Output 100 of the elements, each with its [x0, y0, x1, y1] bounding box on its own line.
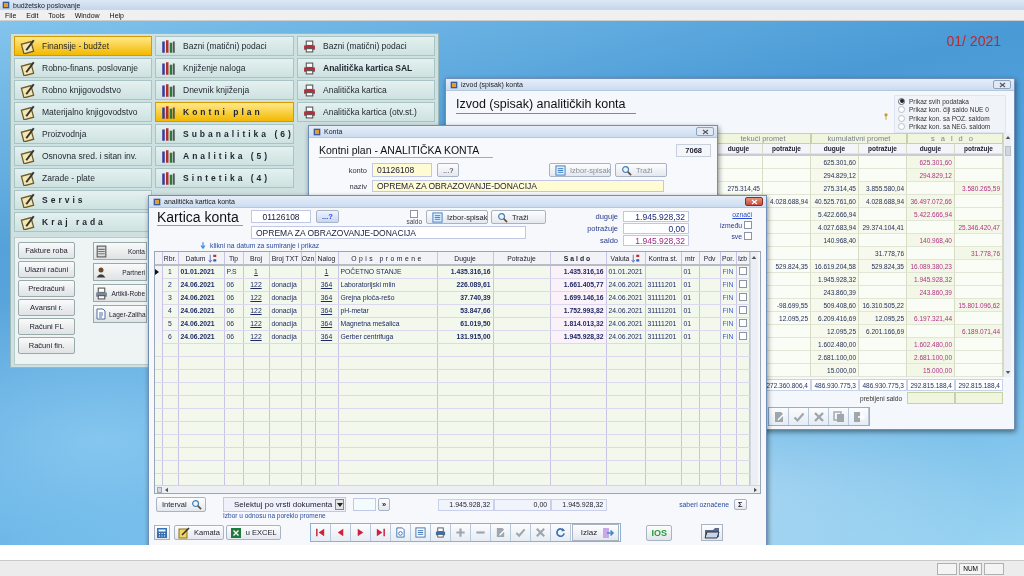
- notepad-icon: [20, 60, 35, 76]
- search-icon: [497, 211, 508, 223]
- menu-item[interactable]: Sintetika (4): [155, 168, 294, 188]
- books-icon: [161, 104, 176, 120]
- books-icon: [161, 82, 176, 98]
- books-icon: [161, 148, 176, 164]
- menu-item[interactable]: Zarade - plate: [14, 168, 152, 188]
- menu-item[interactable]: Bazni (matični) podaci: [297, 36, 435, 56]
- printer-icon: [303, 39, 316, 53]
- calculator-icon: [156, 526, 168, 539]
- app-icon: [153, 197, 161, 206]
- checkbox[interactable]: [738, 319, 747, 327]
- summary-field: 0,00: [623, 223, 689, 234]
- cross-icon: [534, 527, 546, 538]
- checkbox[interactable]: [744, 221, 752, 229]
- document-type-dropdown[interactable]: Selektuj po vrsti dokumenta: [223, 497, 346, 512]
- radio-button[interactable]: [898, 123, 905, 131]
- close-button[interactable]: [993, 80, 1011, 89]
- window-heading: Kontni plan - ANALITIČKA KONTA: [319, 142, 494, 158]
- checkbox[interactable]: [738, 267, 747, 276]
- checkbox[interactable]: [744, 232, 752, 240]
- document-icon: [95, 308, 107, 320]
- checkbox[interactable]: [738, 306, 747, 314]
- notepad-icon: [20, 192, 35, 208]
- account-field[interactable]: 01126108: [251, 210, 311, 223]
- books-icon: [161, 60, 176, 76]
- refresh-icon: [554, 527, 566, 538]
- menu-item[interactable]: Materijalno knjigovodstvo: [14, 102, 152, 122]
- name-field[interactable]: OPREMA ZA OBRAZOVANJE-DONACIJA: [251, 226, 526, 239]
- scroll-right-icon: [753, 486, 758, 493]
- app-icon: [313, 127, 321, 136]
- calculator-button[interactable]: [154, 525, 170, 540]
- close-button[interactable]: [696, 127, 714, 136]
- copy-icon: [832, 410, 845, 423]
- notepad-icon: [20, 82, 35, 98]
- checkbox[interactable]: [738, 332, 747, 340]
- menu-item[interactable]: Knjiženje naloga: [155, 58, 294, 78]
- menu-item[interactable]: Finansije - budžet: [14, 36, 152, 56]
- check-icon: [514, 527, 526, 538]
- checkbox[interactable]: [738, 280, 747, 288]
- folder-icon: [704, 525, 721, 540]
- person-icon: [95, 266, 107, 278]
- menu-item[interactable]: Robno knjigovodstvo: [14, 80, 152, 100]
- account-field[interactable]: 01126108: [372, 163, 432, 177]
- exit-icon: [601, 526, 616, 539]
- close-button[interactable]: [745, 197, 763, 206]
- books-icon: [161, 38, 176, 54]
- menu-item[interactable]: Dnevnik knjiženja: [155, 80, 294, 100]
- period-label: 01/ 2021: [946, 33, 1001, 49]
- checkbox[interactable]: [738, 293, 747, 301]
- menu-item[interactable]: Analitička kartica (otv.st.): [297, 102, 435, 122]
- input-field[interactable]: [353, 498, 376, 511]
- cross-icon: [812, 410, 825, 423]
- exit-icon: [852, 410, 865, 423]
- row-header[interactable]: [155, 265, 162, 278]
- radio-button[interactable]: [898, 114, 905, 122]
- menu-item[interactable]: Subanalitika (6): [155, 124, 294, 144]
- radio-button[interactable]: [898, 106, 905, 114]
- ledger-icon: [95, 244, 108, 258]
- balance-field: [955, 392, 1003, 404]
- close-icon: [750, 198, 758, 205]
- books-icon: [161, 170, 176, 186]
- menu-item[interactable]: Servis: [14, 190, 152, 210]
- name-field[interactable]: OPREMA ZA OBRAZOVANJE-DONACIJA: [372, 180, 664, 192]
- check-icon: [792, 410, 805, 423]
- printer-icon: [303, 83, 316, 97]
- notepad-icon: [20, 170, 35, 186]
- scroll-thumb[interactable]: [157, 486, 162, 493]
- scroll-thumb[interactable]: [1004, 146, 1011, 156]
- notepad-icon: [20, 214, 35, 230]
- checkbox[interactable]: [410, 210, 419, 218]
- menu-item[interactable]: Osnovna sred. i sitan inv.: [14, 146, 152, 166]
- archive-button[interactable]: [701, 524, 724, 541]
- exit-button[interactable]: Izlaz: [571, 524, 620, 541]
- menu-item[interactable]: Proizvodnja: [14, 124, 152, 144]
- scroll-left-icon: [164, 486, 169, 493]
- menu-item[interactable]: Analitička kartica: [297, 80, 435, 100]
- notepad-icon: [20, 104, 35, 120]
- menu-item[interactable]: Kontni plan: [155, 102, 294, 122]
- last-record-icon: [374, 527, 386, 538]
- scrollbar[interactable]: [155, 485, 760, 493]
- sort-icon: [631, 253, 641, 263]
- menu-item[interactable]: Robno-finans. poslovanje: [14, 58, 152, 78]
- books-icon: [161, 126, 176, 142]
- menu-item[interactable]: Bazni (matični) podaci: [155, 36, 294, 56]
- edit-icon: [772, 410, 785, 423]
- row-pointer-icon: [155, 269, 159, 275]
- first-record-icon: [314, 527, 326, 538]
- scroll-up-icon: [751, 255, 757, 260]
- window-heading: Izvod (spisak) analitičkih konta: [456, 95, 636, 114]
- printer-icon: [95, 286, 108, 300]
- notepad-icon: [20, 38, 35, 54]
- menu-item[interactable]: Analitika (5): [155, 146, 294, 166]
- scrollbar[interactable]: [1003, 133, 1011, 377]
- scroll-down-icon: [1004, 370, 1011, 375]
- menu-item[interactable]: Analitička kartica SAL: [297, 58, 435, 78]
- app-icon: [450, 80, 458, 89]
- scrollbar[interactable]: [749, 252, 758, 485]
- first-record-button[interactable]: [310, 524, 331, 541]
- radio-button[interactable]: [898, 97, 905, 105]
